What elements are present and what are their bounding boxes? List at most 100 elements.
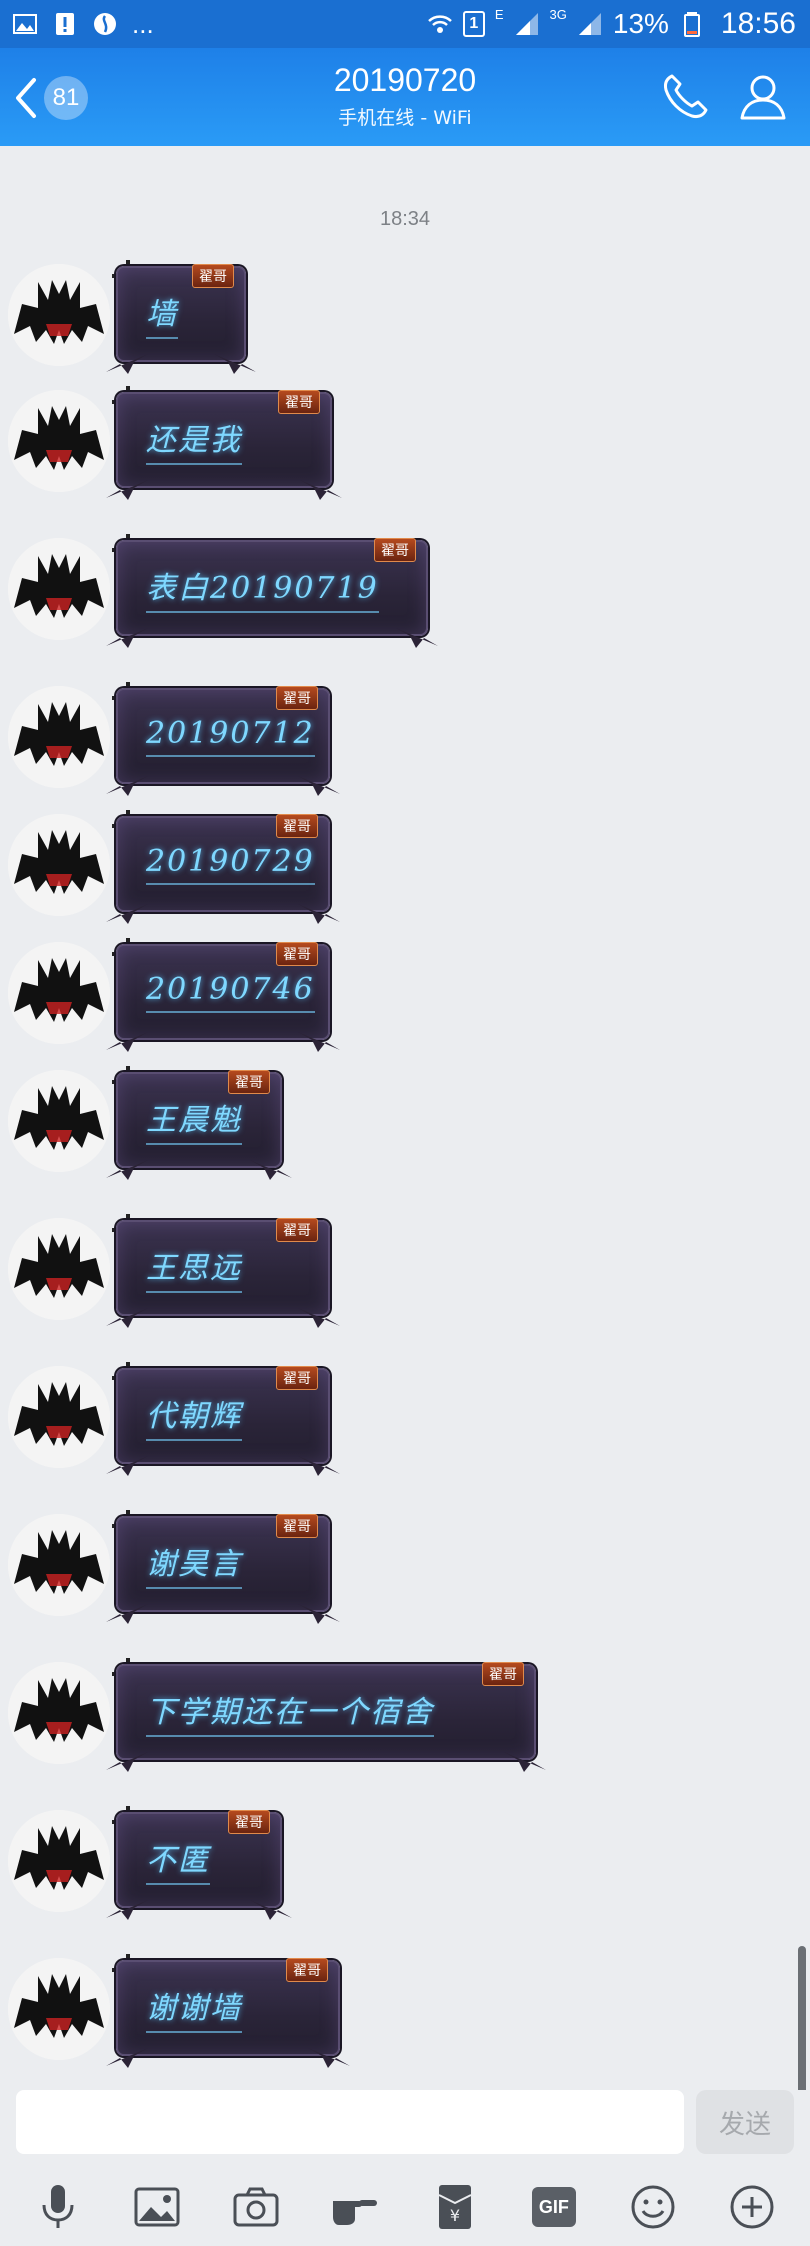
sender-tag: 翟哥 — [482, 1662, 524, 1686]
chat-area[interactable]: 18:34 墙翟哥 还是我 翟哥 表白20190719 翟哥 20190712 翟哥 2019… — [0, 146, 810, 2090]
svg-text:¥: ¥ — [450, 2206, 460, 2225]
message-bubble[interactable]: 墙翟哥 — [106, 264, 256, 374]
send-button[interactable]: 发送 — [696, 2090, 794, 2154]
sender-avatar[interactable] — [8, 1366, 110, 1468]
message-bubble[interactable]: 不匿 翟哥 — [106, 1810, 292, 1920]
call-button[interactable] — [658, 70, 712, 124]
bat-wings-avatar-icon — [8, 1366, 110, 1468]
wing-left-icon — [106, 1604, 148, 1624]
sender-tag: 翟哥 — [374, 538, 416, 562]
message-bubble[interactable]: 还是我 翟哥 — [106, 390, 342, 500]
sim-indicator: 1 — [462, 11, 485, 37]
bat-wings-avatar-icon — [8, 1218, 110, 1320]
app-notification-icon — [92, 11, 118, 37]
message-row: 代朝辉 翟哥 — [0, 1358, 810, 1478]
sender-avatar[interactable] — [8, 942, 110, 1044]
message-row: 谢谢墙 翟哥 — [0, 1950, 810, 2070]
wing-right-icon — [300, 480, 342, 500]
emoji-icon — [631, 2185, 675, 2229]
bat-wings-avatar-icon — [8, 814, 110, 916]
red-envelope-icon: ¥ — [438, 2185, 472, 2229]
sender-tag: 翟哥 — [276, 942, 318, 966]
sender-tag: 翟哥 — [228, 1810, 270, 1834]
emoji-button[interactable] — [622, 2176, 684, 2238]
red-envelope-button[interactable]: ¥ — [424, 2176, 486, 2238]
wing-left-icon — [106, 628, 148, 648]
wing-left-icon — [106, 480, 148, 500]
message-row: 还是我 翟哥 — [0, 382, 810, 502]
gif-icon: GIF — [531, 2187, 576, 2227]
sender-avatar[interactable] — [8, 264, 110, 366]
sender-avatar[interactable] — [8, 538, 110, 640]
more-button[interactable] — [721, 2176, 783, 2238]
message-bubble[interactable]: 下学期还在一个宿舍 翟哥 — [106, 1662, 546, 1772]
message-row: 20190712 翟哥 — [0, 678, 810, 798]
input-area: 发送 — [0, 2090, 810, 2160]
sender-avatar[interactable] — [8, 1514, 110, 1616]
wing-right-icon — [298, 1032, 340, 1052]
message-text: 20190746 — [146, 972, 315, 1013]
sender-avatar[interactable] — [8, 1958, 110, 2060]
e-network-label: E — [494, 6, 504, 22]
profile-button[interactable] — [736, 70, 790, 124]
sender-avatar[interactable] — [8, 814, 110, 916]
sender-avatar[interactable] — [8, 1070, 110, 1172]
sender-avatar[interactable] — [8, 1662, 110, 1764]
image-button[interactable] — [126, 2176, 188, 2238]
message-bubble[interactable]: 20190712 翟哥 — [106, 686, 340, 796]
input-toolbar: ¥ GIF — [0, 2168, 810, 2246]
bat-wings-avatar-icon — [8, 1958, 110, 2060]
sender-tag: 翟哥 — [276, 686, 318, 710]
wing-right-icon — [298, 1308, 340, 1328]
message-bubble[interactable]: 谢昊言 翟哥 — [106, 1514, 340, 1624]
message-row: 王思远 翟哥 — [0, 1210, 810, 1330]
wing-left-icon — [106, 1160, 148, 1180]
message-bubble[interactable]: 王晨魁 翟哥 — [106, 1070, 292, 1180]
camera-icon — [233, 2187, 279, 2227]
message-row: 谢昊言 翟哥 — [0, 1506, 810, 1626]
3g-label: 3G — [549, 6, 567, 22]
wing-left-icon — [106, 904, 148, 924]
scrollbar[interactable] — [798, 1946, 806, 2090]
message-text: 王晨魁 — [146, 1095, 242, 1145]
message-row: 不匿 翟哥 — [0, 1802, 810, 1922]
message-bubble[interactable]: 谢谢墙 翟哥 — [106, 1958, 350, 2068]
message-bubble[interactable]: 20190746 翟哥 — [106, 942, 340, 1052]
message-row: 20190729 翟哥 — [0, 806, 810, 926]
voice-button[interactable] — [27, 2176, 89, 2238]
message-bubble[interactable]: 20190729 翟哥 — [106, 814, 340, 924]
message-bubble[interactable]: 表白20190719 翟哥 — [106, 538, 438, 648]
wing-left-icon — [106, 1456, 148, 1476]
status-bar: ... 1 E 3G 13% 18:56 — [0, 0, 810, 48]
message-input[interactable] — [16, 2090, 684, 2154]
wing-left-icon — [106, 354, 148, 374]
wing-right-icon — [298, 904, 340, 924]
bat-wings-avatar-icon — [8, 1662, 110, 1764]
bat-wings-avatar-icon — [8, 264, 110, 366]
gallery-notification-icon — [12, 11, 38, 37]
wing-right-icon — [298, 1604, 340, 1624]
gif-button[interactable]: GIF — [523, 2176, 585, 2238]
message-row: 20190746 翟哥 — [0, 934, 810, 1054]
signal-icon — [514, 11, 540, 37]
phone-icon — [664, 74, 708, 118]
sender-tag: 翟哥 — [276, 1366, 318, 1390]
poke-button[interactable] — [324, 2176, 386, 2238]
plus-icon — [730, 2185, 774, 2229]
wing-right-icon — [298, 776, 340, 796]
message-bubble[interactable]: 代朝辉 翟哥 — [106, 1366, 340, 1476]
wing-left-icon — [106, 1900, 148, 1920]
message-bubble[interactable]: 王思远 翟哥 — [106, 1218, 340, 1328]
sender-avatar[interactable] — [8, 686, 110, 788]
sender-avatar[interactable] — [8, 1218, 110, 1320]
wifi-icon — [427, 11, 453, 37]
camera-button[interactable] — [225, 2176, 287, 2238]
sender-avatar[interactable] — [8, 1810, 110, 1912]
chat-header: 81 20190720 手机在线 - WiFi — [0, 48, 810, 146]
message-text: 还是我 — [146, 415, 242, 465]
battery-percent: 13% — [612, 8, 669, 39]
bat-wings-avatar-icon — [8, 686, 110, 788]
wing-left-icon — [106, 1032, 148, 1052]
sender-avatar[interactable] — [8, 390, 110, 492]
message-text: 谢谢墙 — [146, 1983, 242, 2033]
